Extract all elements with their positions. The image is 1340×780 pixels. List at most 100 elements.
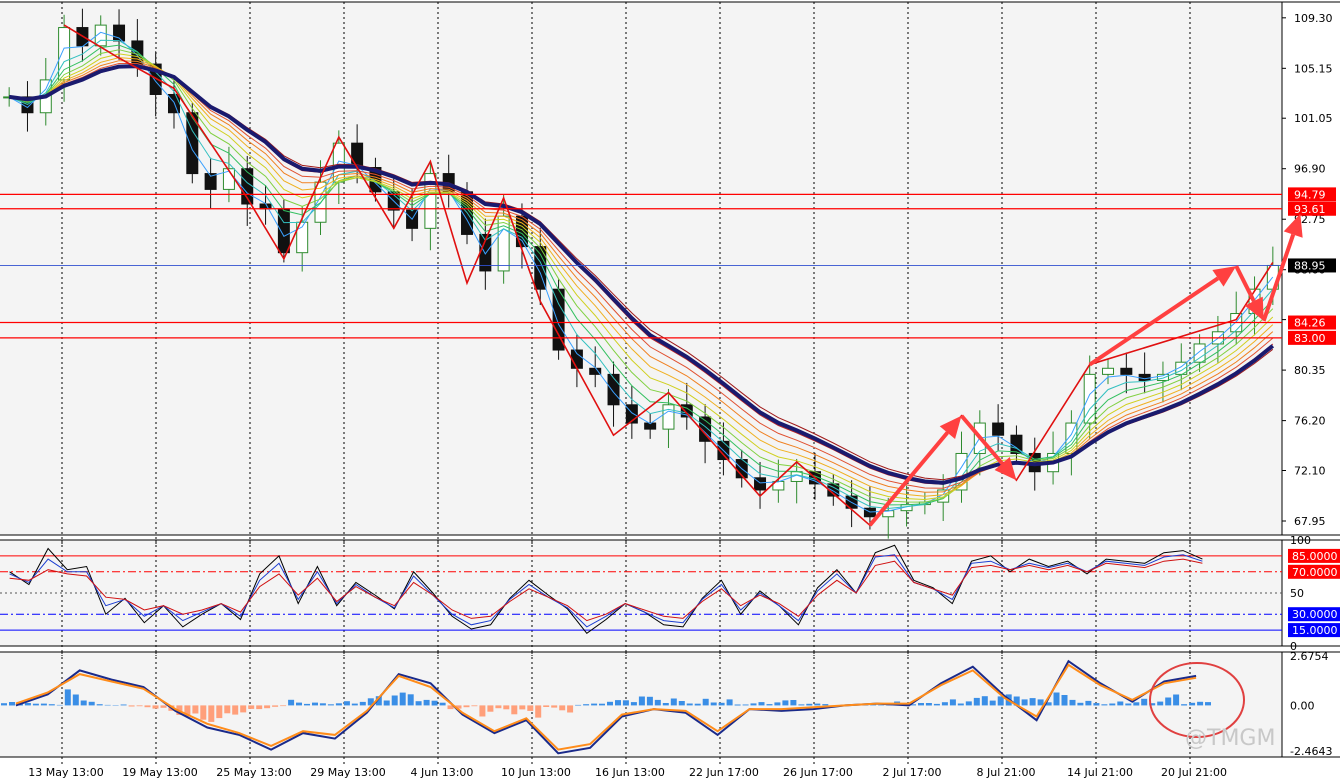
price-level-label: 83.00 xyxy=(1294,332,1326,345)
macd-histogram-bar xyxy=(575,704,582,706)
macd-histogram-bar xyxy=(232,705,239,715)
macd-histogram-bar xyxy=(750,703,757,706)
macd-histogram-bar xyxy=(240,705,247,713)
macd-histogram-bar xyxy=(288,699,295,706)
macd-histogram-bar xyxy=(630,702,637,706)
macd-histogram-bar xyxy=(607,701,613,706)
macd-histogram-bar xyxy=(88,701,95,706)
macd-histogram-bar xyxy=(120,704,127,706)
candle-body xyxy=(1102,367,1115,375)
osc-level-label: 70.0000 xyxy=(1292,566,1338,579)
macd-histogram-bar xyxy=(423,699,430,706)
macd-histogram-bar xyxy=(758,702,765,706)
macd-histogram-bar xyxy=(933,703,940,706)
macd-histogram-bar xyxy=(1205,702,1211,706)
price-level-label: 94.79 xyxy=(1294,188,1326,201)
y-tick-label: 101.05 xyxy=(1294,112,1333,125)
y-tick-label: 72.10 xyxy=(1294,465,1326,478)
macd-histogram-bar xyxy=(670,698,677,706)
macd-histogram-bar xyxy=(654,699,661,706)
macd-histogram-bar xyxy=(615,700,621,706)
macd-histogram-bar xyxy=(463,705,470,708)
y-tick-label: 105.15 xyxy=(1294,62,1333,75)
x-tick-label: 19 May 13:00 xyxy=(122,766,197,779)
macd-histogram-bar xyxy=(678,701,685,706)
macd-histogram-bar xyxy=(925,703,932,706)
macd-histogram-bar xyxy=(351,703,358,706)
y-tick-label: 109.30 xyxy=(1294,12,1333,25)
macd-y-tick-label: 0.00 xyxy=(1290,699,1315,712)
x-tick-label: 13 May 13:00 xyxy=(28,766,103,779)
watermark: @TMGM xyxy=(1185,726,1275,751)
macd-histogram-bar xyxy=(957,703,964,706)
chart-svg: 13 May 13:00 19 May 13:00 25 May 13:00 29 M… xyxy=(0,1,1340,779)
macd-histogram-bar xyxy=(981,696,988,706)
macd-histogram-bar xyxy=(551,705,558,708)
macd-histogram-bar xyxy=(1093,703,1100,706)
macd-histogram-bar xyxy=(710,702,717,706)
macd-histogram-bar xyxy=(599,703,605,706)
macd-histogram-bar xyxy=(296,702,302,706)
macd-histogram-bar xyxy=(790,700,797,706)
macd-histogram-bar xyxy=(559,705,566,711)
macd-histogram-bar xyxy=(519,705,526,710)
macd-histogram-bar xyxy=(1197,701,1204,706)
x-tick-label: 22 Jun 17:00 xyxy=(689,766,759,779)
macd-histogram-bar xyxy=(1181,704,1188,706)
macd-histogram-bar xyxy=(200,705,207,720)
macd-histogram-bar xyxy=(782,700,789,706)
macd-histogram-bar xyxy=(335,703,342,706)
macd-histogram-bar xyxy=(742,704,749,706)
osc-level-label: 15.0000 xyxy=(1292,624,1338,637)
osc-y-tick-label: 50 xyxy=(1290,587,1304,600)
macd-histogram-bar xyxy=(989,700,996,706)
macd-histogram-bar xyxy=(527,705,534,711)
macd-histogram-bar xyxy=(208,705,215,722)
current-price-label: 88.95 xyxy=(1294,259,1326,272)
macd-histogram-bar xyxy=(104,704,111,706)
macd-histogram-bar xyxy=(1165,697,1172,706)
macd-histogram-bar xyxy=(1077,702,1084,706)
macd-histogram-bar xyxy=(48,704,55,706)
x-tick-label: 25 May 13:00 xyxy=(216,766,291,779)
macd-histogram-bar xyxy=(391,695,398,706)
candle-body xyxy=(58,27,71,81)
x-tick-label: 2 Jul 17:00 xyxy=(883,766,942,779)
macd-histogram-bar xyxy=(1109,703,1116,706)
macd-histogram-bar xyxy=(343,701,350,706)
macd-histogram-bar xyxy=(503,705,510,710)
macd-histogram-bar xyxy=(415,701,422,706)
macd-histogram-bar xyxy=(136,705,143,707)
x-tick-label: 10 Jun 13:00 xyxy=(501,766,571,779)
y-tick-label: 76.20 xyxy=(1294,415,1326,428)
macd-histogram-bar xyxy=(327,704,334,706)
macd-histogram-bar xyxy=(806,703,813,706)
macd-histogram-bar xyxy=(399,692,406,706)
macd-histogram-bar xyxy=(72,694,79,706)
macd-histogram-bar xyxy=(96,704,103,706)
macd-histogram-bar xyxy=(1141,698,1148,706)
macd-histogram-bar xyxy=(702,698,709,706)
osc-y-tick-label: 100 xyxy=(1290,534,1311,547)
macd-histogram-bar xyxy=(718,702,725,706)
macd-histogram-bar xyxy=(973,697,980,706)
macd-histogram-bar xyxy=(686,703,693,706)
macd-histogram-bar xyxy=(1037,699,1044,706)
macd-histogram-bar xyxy=(965,701,972,706)
macd-histogram-bar xyxy=(567,705,574,713)
macd-histogram-bar xyxy=(1053,692,1060,706)
macd-histogram-bar xyxy=(248,705,255,709)
macd-histogram-bar xyxy=(662,703,669,706)
macd-histogram-bar xyxy=(1133,702,1140,706)
price-level-label: 93.61 xyxy=(1294,203,1326,216)
macd-histogram-bar xyxy=(1085,700,1092,706)
macd-histogram-bar xyxy=(535,705,542,718)
candle-body xyxy=(351,142,364,168)
macd-histogram-bar xyxy=(726,699,733,706)
x-tick-label: 20 Jul 21:00 xyxy=(1161,766,1227,779)
y-tick-label: 67.95 xyxy=(1294,515,1326,528)
macd-y-tick-label: 2.6754 xyxy=(1290,650,1329,663)
macd-histogram-bar xyxy=(646,696,653,706)
macd-histogram-bar xyxy=(495,705,502,709)
osc-level-label: 85.0000 xyxy=(1292,550,1338,563)
